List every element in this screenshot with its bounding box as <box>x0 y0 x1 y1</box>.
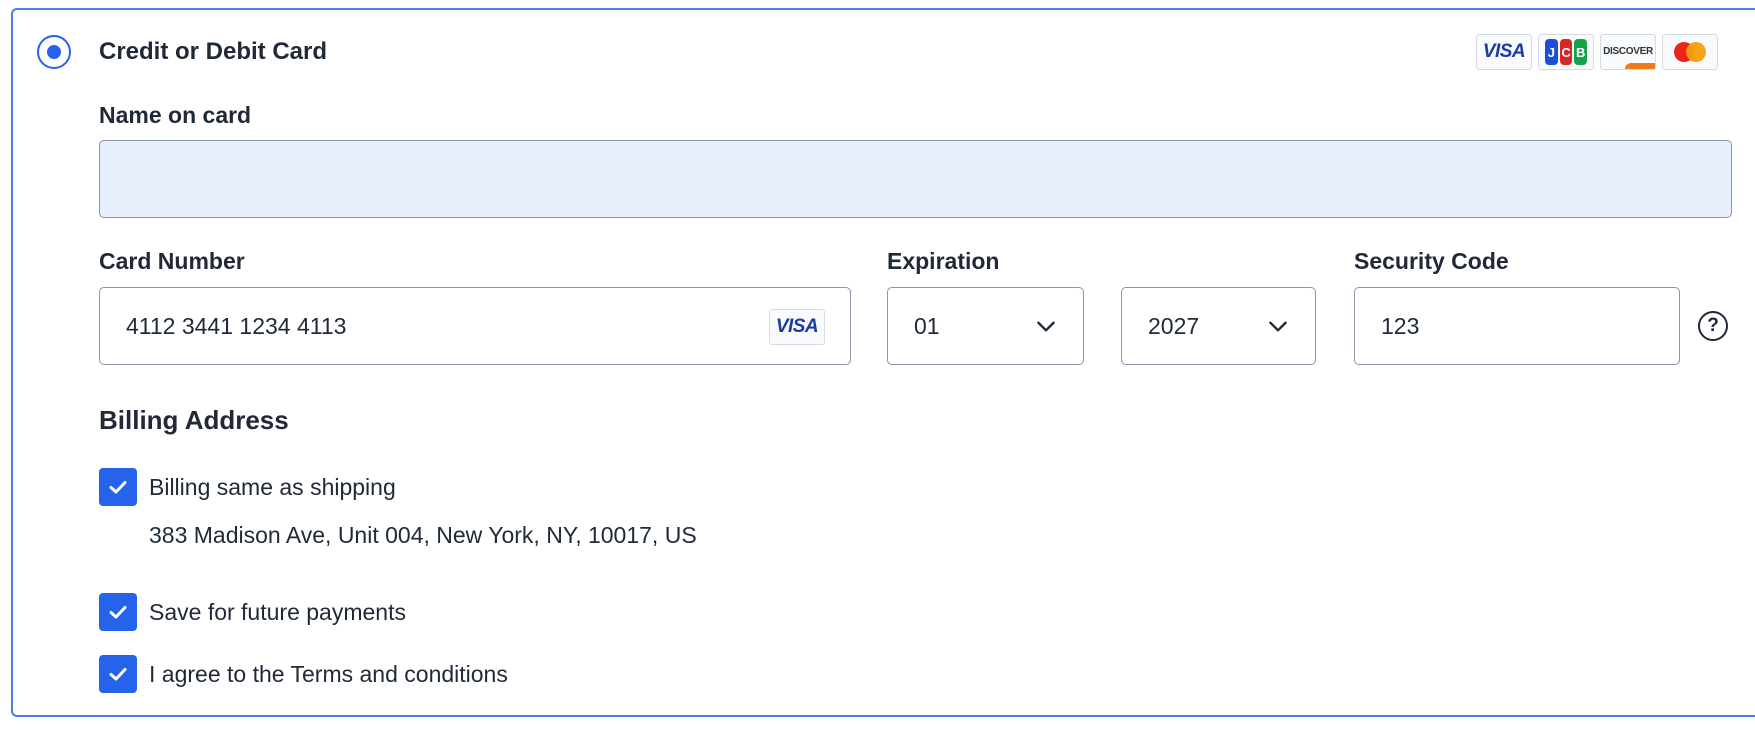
billing-address-text: 383 Madison Ave, Unit 004, New York, NY,… <box>149 522 697 548</box>
terms-checkbox[interactable] <box>99 655 137 693</box>
billing-same-label[interactable]: Billing same as shipping <box>149 474 396 501</box>
name-on-card-input[interactable] <box>99 140 1732 218</box>
payment-option-title: Credit or Debit Card <box>99 38 328 65</box>
discover-icon: DISCOVER <box>1600 34 1656 70</box>
card-radio-button[interactable] <box>37 35 71 69</box>
terms-label[interactable]: I agree to the Terms and conditions <box>149 661 508 688</box>
chevron-down-icon <box>1037 321 1055 332</box>
billing-same-checkbox[interactable] <box>99 468 137 506</box>
checkmark-icon <box>109 668 127 681</box>
jcb-icon: J C B <box>1538 34 1594 70</box>
billing-address-heading: Billing Address <box>99 405 289 435</box>
help-icon[interactable]: ? <box>1698 311 1728 341</box>
visa-icon: VISA <box>1476 34 1532 70</box>
visa-icon: VISA <box>769 309 825 345</box>
save-payment-checkbox[interactable] <box>99 593 137 631</box>
card-number-label: Card Number <box>99 248 245 274</box>
card-number-input[interactable]: 4112 3441 1234 4113 VISA <box>99 287 851 365</box>
mastercard-icon <box>1662 34 1718 70</box>
checkmark-icon <box>109 606 127 619</box>
save-payment-label[interactable]: Save for future payments <box>149 599 406 626</box>
chevron-down-icon <box>1269 321 1287 332</box>
expiration-month-select[interactable]: 01 <box>887 287 1084 365</box>
name-on-card-label: Name on card <box>99 102 252 128</box>
card-number-value: 4112 3441 1234 4113 <box>126 312 347 339</box>
security-code-label: Security Code <box>1354 248 1509 274</box>
expiration-label: Expiration <box>887 248 1000 274</box>
expiration-year-select[interactable]: 2027 <box>1121 287 1316 365</box>
checkmark-icon <box>109 481 127 494</box>
security-code-input[interactable]: 123 <box>1354 287 1680 365</box>
